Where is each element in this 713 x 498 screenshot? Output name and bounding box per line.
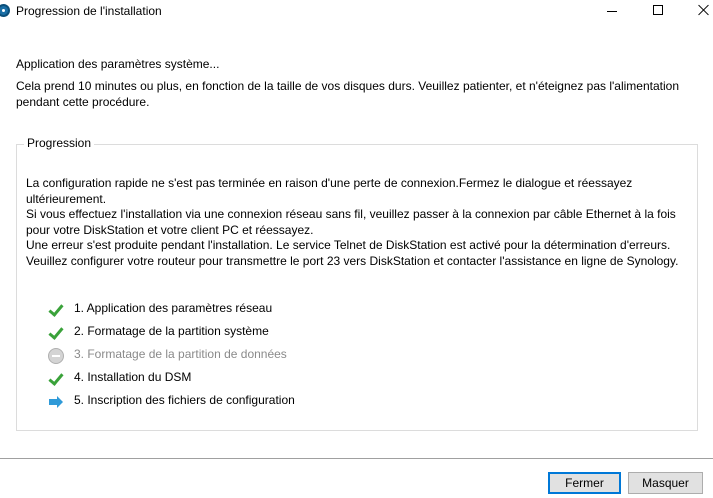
error-message-line: Une erreur s'est produite pendant l'inst…	[26, 238, 679, 268]
footer-divider	[0, 458, 713, 459]
error-message-line: Si vous effectuez l'installation via une…	[26, 207, 676, 237]
close-window-button[interactable]	[681, 0, 713, 24]
minimize-icon	[607, 11, 617, 12]
maximize-icon	[653, 5, 663, 15]
check-icon	[48, 325, 64, 341]
pending-icon	[48, 348, 64, 364]
status-description: Cela prend 10 minutes ou plus, en foncti…	[16, 79, 679, 109]
step-label: 1. Application des paramètres réseau	[74, 301, 273, 315]
step-label: 4. Installation du DSM	[74, 370, 192, 384]
window-title: Progression de l'installation	[16, 4, 162, 18]
error-message-line: La configuration rapide ne s'est pas ter…	[26, 176, 633, 206]
minimize-button[interactable]	[589, 0, 635, 24]
progress-group-title: Progression	[24, 136, 95, 150]
step-label: 3. Formatage de la partition de données	[74, 347, 287, 361]
close-icon	[698, 4, 710, 16]
check-icon	[48, 302, 64, 318]
title-bar: Progression de l'installation	[0, 0, 713, 24]
synology-app-icon	[0, 4, 10, 17]
step-label: 2. Formatage de la partition système	[74, 324, 269, 338]
step-label: 5. Inscription des fichiers de configura…	[74, 393, 295, 407]
status-heading: Application des paramètres système...	[16, 57, 220, 71]
maximize-button[interactable]	[635, 0, 681, 24]
close-button[interactable]: Fermer	[548, 472, 621, 494]
hide-button[interactable]: Masquer	[628, 472, 703, 494]
error-message[interactable]: La configuration rapide ne s'est pas ter…	[26, 176, 690, 280]
check-icon	[48, 371, 64, 387]
arrow-right-icon	[48, 394, 64, 410]
